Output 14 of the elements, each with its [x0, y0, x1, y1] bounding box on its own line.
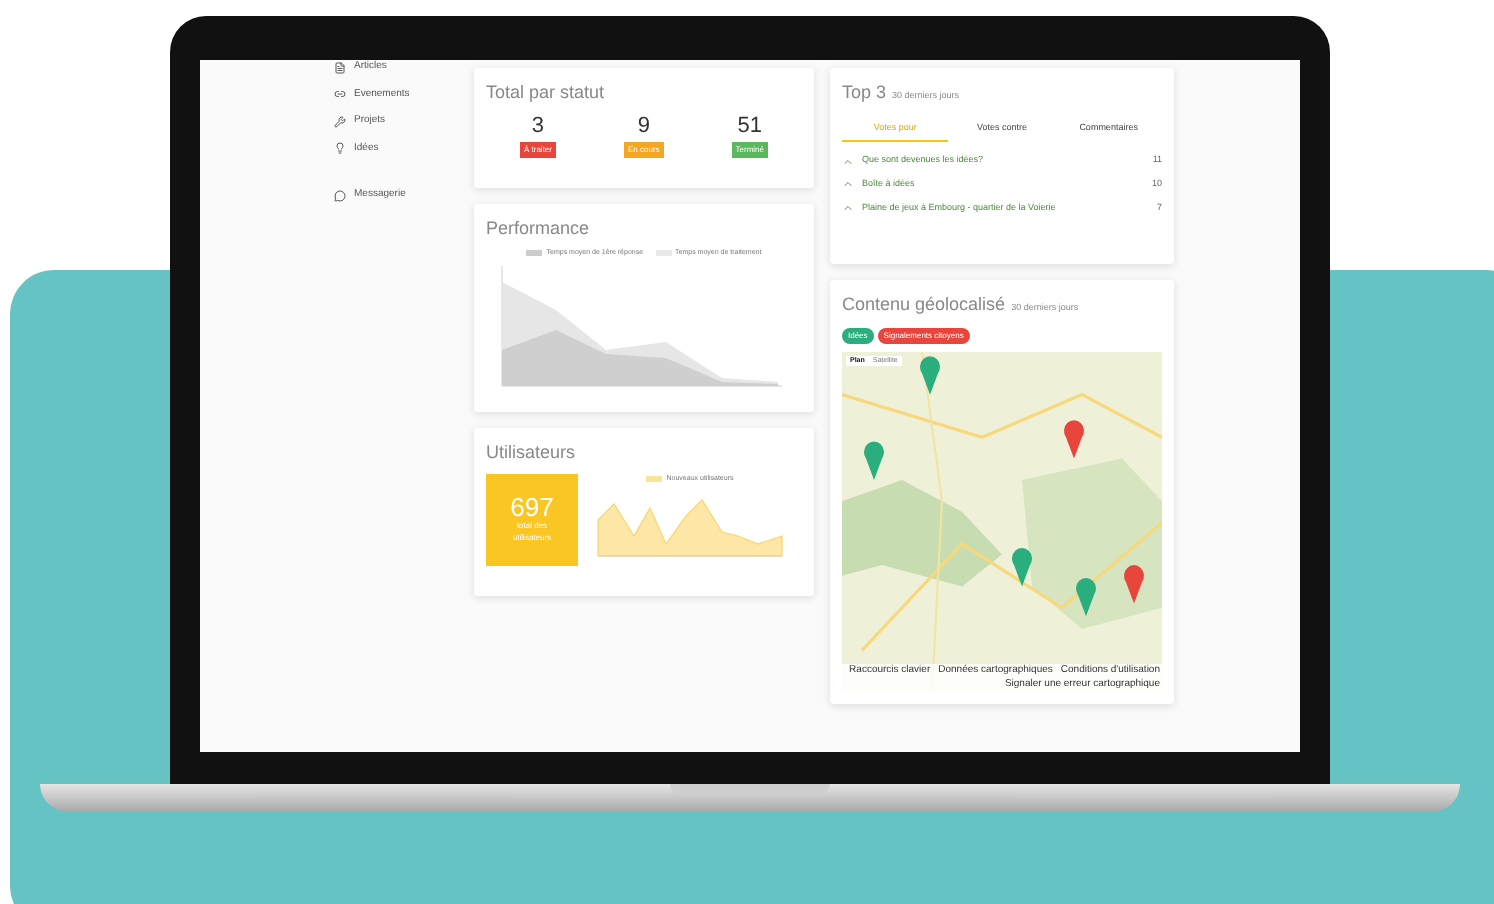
stat-value: 3: [531, 115, 545, 137]
wrench-icon: [334, 115, 346, 128]
link-icon: [334, 88, 346, 101]
lightbulb-icon: [334, 142, 346, 155]
card-title: Top 3: [842, 80, 887, 106]
total-users-value: 697: [510, 494, 554, 520]
card-title: Utilisateurs: [486, 440, 578, 466]
card-title: Contenu géolocalisé: [842, 292, 1006, 318]
stat-value: 9: [637, 115, 650, 137]
card-title: Total par statut: [486, 80, 607, 106]
chat-bubble-icon: [334, 189, 346, 202]
stat-value: 51: [737, 115, 762, 137]
card-title: Performance: [486, 216, 592, 242]
document-icon: [334, 61, 346, 74]
